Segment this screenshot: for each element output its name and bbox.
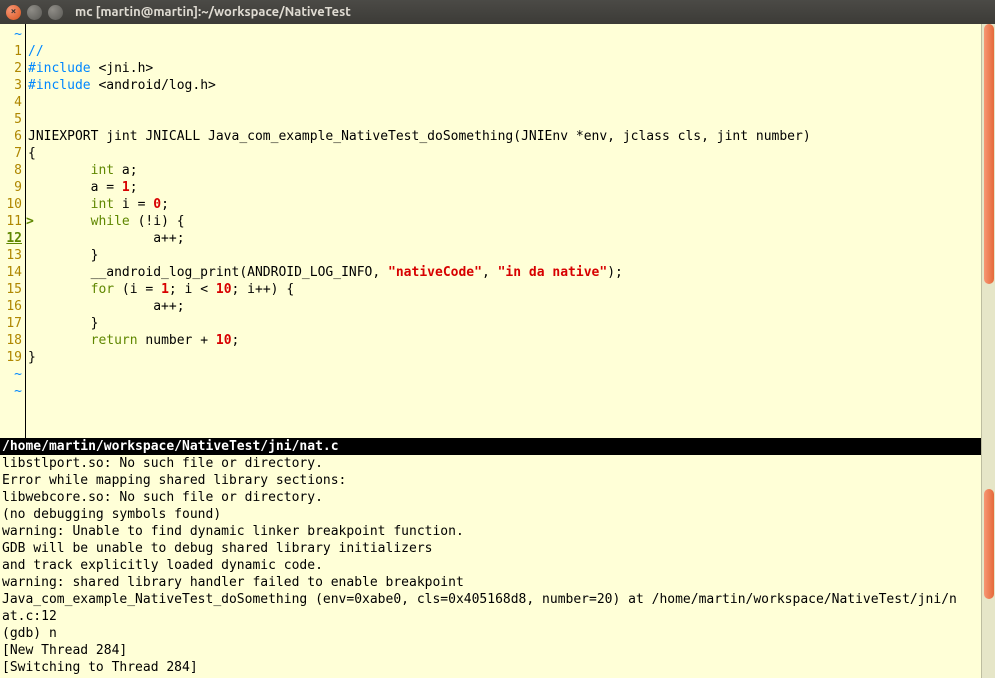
terminal-line: (no debugging symbols found)	[2, 506, 993, 523]
terminal-line: libstlport.so: No such file or directory…	[2, 455, 993, 472]
code-line[interactable]: #include <jni.h>	[28, 60, 995, 77]
code-line[interactable]: int a;	[28, 162, 995, 179]
terminal-line: warning: shared library handler failed t…	[2, 574, 993, 591]
terminal-line: warning: Unable to find dynamic linker b…	[2, 523, 993, 540]
terminal-line: at.c:12	[2, 608, 993, 625]
code-line[interactable]: int i = 0;	[28, 196, 995, 213]
code-line[interactable]: #include <android/log.h>	[28, 77, 995, 94]
code-line[interactable]: for (i = 1; i < 10; i++) {	[28, 281, 995, 298]
scrollbar-thumb-bottom[interactable]	[984, 489, 994, 599]
window-controls: ×	[6, 5, 63, 20]
line-number: 7	[4, 145, 22, 162]
terminal-line: (gdb) n	[2, 625, 993, 642]
line-number: 17	[4, 315, 22, 332]
app-root: ~12345678910111213141516171819~~ //#incl…	[0, 24, 995, 678]
line-number: 18	[4, 332, 22, 349]
code-line[interactable]: a = 1;	[28, 179, 995, 196]
line-number: 10	[4, 196, 22, 213]
line-number: 13	[4, 247, 22, 264]
empty-line	[28, 26, 995, 43]
terminal-line: Java_com_example_NativeTest_doSomething …	[2, 591, 993, 608]
code-line[interactable]: }	[28, 247, 995, 264]
file-path: /home/martin/workspace/NativeTest/jni/na…	[2, 439, 339, 454]
terminal-line: [New Thread 284]	[2, 642, 993, 659]
code-line[interactable]: a++;	[28, 298, 995, 315]
code-line[interactable]: }	[28, 349, 995, 366]
code-line[interactable]: __android_log_print(ANDROID_LOG_INFO, "n…	[28, 264, 995, 281]
gutter-tilde: ~	[4, 383, 22, 400]
code-area[interactable]: //#include <jni.h>#include <android/log.…	[26, 24, 995, 438]
code-line[interactable]: JNIEXPORT jint JNICALL Java_com_example_…	[28, 128, 995, 145]
terminal-pane[interactable]: libstlport.so: No such file or directory…	[0, 455, 995, 678]
line-number: 19	[4, 349, 22, 366]
line-number: 9	[4, 179, 22, 196]
close-button[interactable]: ×	[6, 5, 21, 20]
line-number: 4	[4, 94, 22, 111]
code-line[interactable]: return number + 10;	[28, 332, 995, 349]
terminal-line: GDB will be unable to debug shared libra…	[2, 540, 993, 557]
window-titlebar: × mc [martin@martin]:~/workspace/NativeT…	[0, 0, 995, 24]
terminal-line: [Switching to Thread 284]	[2, 659, 993, 676]
scrollbar[interactable]	[981, 24, 995, 678]
line-number: 6	[4, 128, 22, 145]
terminal-line: libwebcore.so: No such file or directory…	[2, 489, 993, 506]
minimize-button[interactable]	[27, 5, 42, 20]
empty-line	[28, 366, 995, 383]
editor-pane[interactable]: ~12345678910111213141516171819~~ //#incl…	[0, 24, 995, 438]
code-line[interactable]: //	[28, 43, 995, 60]
empty-line	[28, 383, 995, 400]
code-line[interactable]: while (!i) {	[28, 213, 995, 230]
line-number-gutter: ~12345678910111213141516171819~~	[0, 24, 26, 438]
line-number: 15	[4, 281, 22, 298]
gutter-tilde: ~	[4, 26, 22, 43]
code-line[interactable]: a++;	[28, 230, 995, 247]
line-number: 1	[4, 43, 22, 60]
line-number: 3	[4, 77, 22, 94]
scrollbar-thumb-top[interactable]	[984, 24, 994, 284]
code-line[interactable]: }	[28, 315, 995, 332]
code-line[interactable]	[28, 111, 995, 128]
terminal-line: and track explicitly loaded dynamic code…	[2, 557, 993, 574]
line-number: 14	[4, 264, 22, 281]
code-line[interactable]: {	[28, 145, 995, 162]
gutter-tilde: ~	[4, 366, 22, 383]
line-number: 8	[4, 162, 22, 179]
terminal-line: Error while mapping shared library secti…	[2, 472, 993, 489]
line-number: 2	[4, 60, 22, 77]
window-title: mc [martin@martin]:~/workspace/NativeTes…	[75, 5, 351, 19]
status-bar: /home/martin/workspace/NativeTest/jni/na…	[0, 438, 995, 455]
code-line[interactable]	[28, 94, 995, 111]
line-number: 11	[4, 213, 22, 230]
line-number: 16	[4, 298, 22, 315]
line-number: 5	[4, 111, 22, 128]
line-number: 12	[4, 230, 22, 247]
maximize-button[interactable]	[48, 5, 63, 20]
